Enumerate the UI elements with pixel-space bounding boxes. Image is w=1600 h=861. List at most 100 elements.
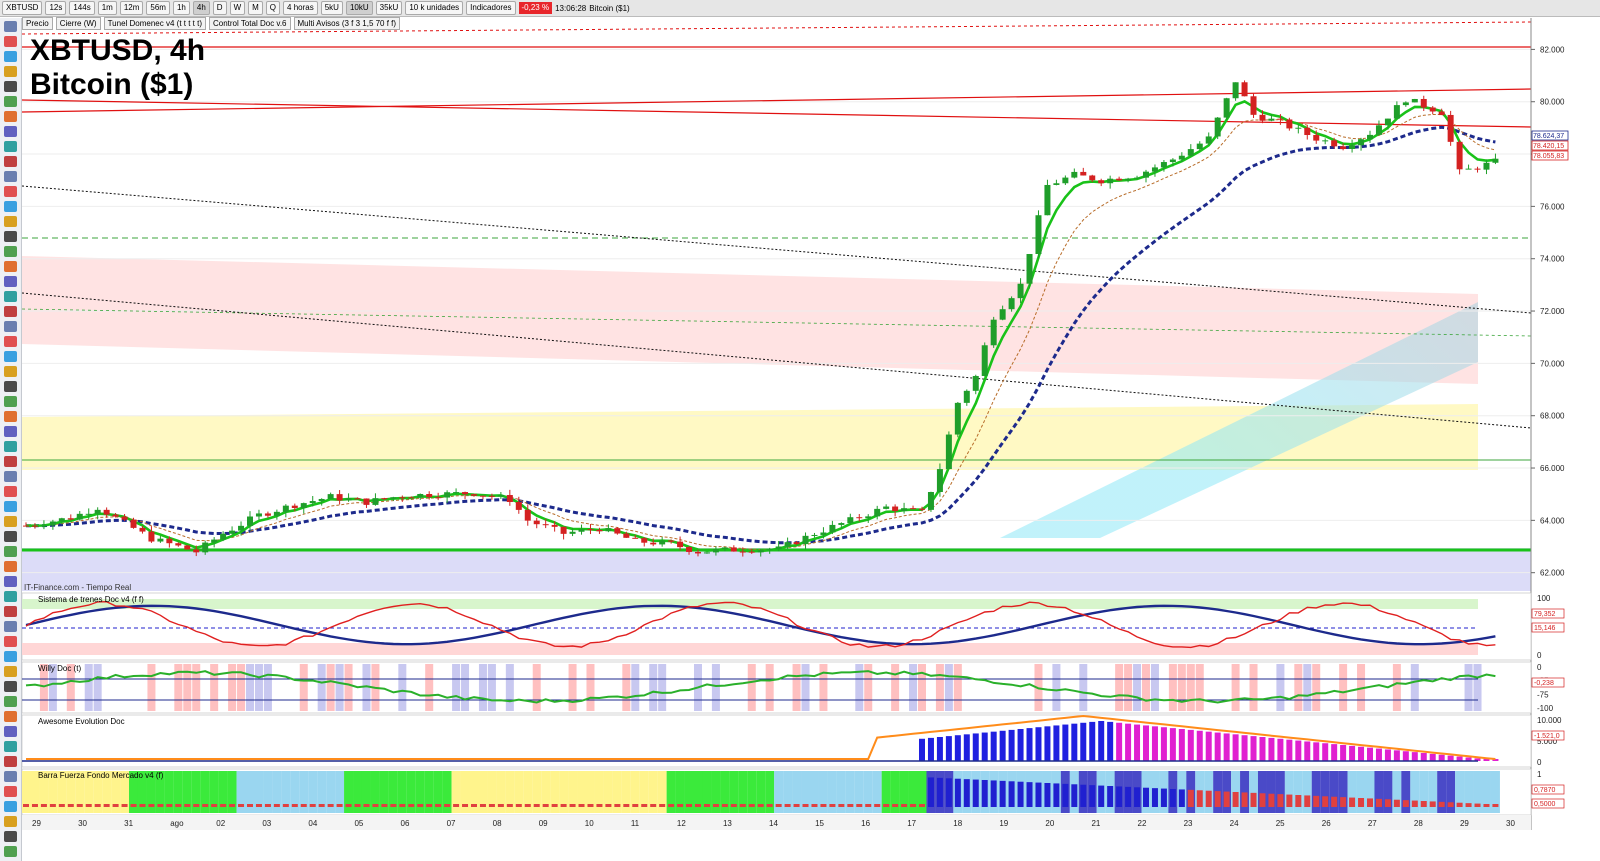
candle-body[interactable]: [417, 494, 424, 498]
tool-icon[interactable]: [4, 246, 17, 257]
candle-body[interactable]: [515, 502, 522, 510]
tool-icon[interactable]: [4, 636, 17, 647]
tool-icon[interactable]: [4, 771, 17, 782]
tool-icon[interactable]: [4, 111, 17, 122]
tab-multi-avisos[interactable]: Multi Avisos (3 f 3 1,5 70 f f): [293, 17, 401, 30]
candle-body[interactable]: [1483, 162, 1490, 170]
tf-12m[interactable]: 12m: [119, 1, 144, 15]
candle-body[interactable]: [560, 526, 567, 534]
candle-body[interactable]: [1125, 178, 1132, 181]
tool-icon[interactable]: [4, 201, 17, 212]
tool-icon[interactable]: [4, 21, 17, 32]
candle-body[interactable]: [587, 529, 594, 531]
tool-icon[interactable]: [4, 786, 17, 797]
candle-body[interactable]: [202, 542, 209, 553]
candle-body[interactable]: [255, 513, 262, 517]
candle-body[interactable]: [892, 506, 899, 512]
candle-body[interactable]: [488, 495, 495, 497]
symbol-selector[interactable]: XBTUSD: [2, 1, 43, 15]
tf-w[interactable]: W: [229, 1, 246, 15]
candle-body[interactable]: [76, 513, 83, 520]
tool-icon[interactable]: [4, 186, 17, 197]
candle-body[interactable]: [990, 319, 997, 346]
candle-body[interactable]: [829, 524, 836, 533]
tool-icon[interactable]: [4, 441, 17, 452]
tab-tunel[interactable]: Tunel Domenec v4 (t t t t t): [103, 17, 206, 30]
candle-body[interactable]: [121, 516, 128, 520]
tf-12s[interactable]: 12s: [45, 1, 67, 15]
candle-body[interactable]: [157, 538, 164, 542]
tool-icon[interactable]: [4, 291, 17, 302]
tool-icon[interactable]: [4, 801, 17, 812]
tool-icon[interactable]: [4, 156, 17, 167]
candle-body[interactable]: [1008, 298, 1015, 310]
tool-icon[interactable]: [4, 426, 17, 437]
candle-body[interactable]: [1304, 127, 1311, 136]
candle-body[interactable]: [435, 497, 442, 499]
candle-body[interactable]: [596, 529, 603, 532]
tool-icon[interactable]: [4, 126, 17, 137]
indicators-button[interactable]: Indicadores: [466, 1, 516, 15]
candle-body[interactable]: [766, 549, 773, 551]
candle-body[interactable]: [453, 492, 460, 494]
tf-d[interactable]: D: [212, 1, 227, 15]
candle-body[interactable]: [193, 549, 200, 553]
candle-body[interactable]: [291, 505, 298, 509]
candle-body[interactable]: [1358, 139, 1365, 146]
candle-body[interactable]: [1286, 119, 1293, 129]
candle-body[interactable]: [327, 494, 334, 499]
candle-body[interactable]: [569, 531, 576, 534]
candle-body[interactable]: [910, 508, 917, 510]
candle-body[interactable]: [40, 525, 47, 527]
candle-body[interactable]: [1295, 127, 1302, 129]
candle-body[interactable]: [614, 528, 621, 534]
candle-body[interactable]: [1232, 82, 1239, 99]
trading-chart[interactable]: 62.000 64.000 66.000 68.000 70.000 72.000 74.0…: [0, 0, 1600, 861]
candle-body[interactable]: [981, 345, 988, 376]
candle-body[interactable]: [175, 543, 182, 546]
candle-body[interactable]: [542, 524, 549, 526]
candle-body[interactable]: [1026, 253, 1033, 284]
tool-icon[interactable]: [4, 486, 17, 497]
candle-body[interactable]: [659, 540, 666, 545]
tool-icon[interactable]: [4, 621, 17, 632]
candle-body[interactable]: [211, 539, 218, 543]
candle-body[interactable]: [1214, 117, 1221, 137]
candle-body[interactable]: [1438, 111, 1445, 115]
candle-body[interactable]: [1375, 125, 1382, 135]
tool-icon[interactable]: [4, 606, 17, 617]
candle-body[interactable]: [479, 495, 486, 497]
tool-icon[interactable]: [4, 546, 17, 557]
candle-body[interactable]: [1259, 114, 1266, 121]
tool-icon[interactable]: [4, 276, 17, 287]
tool-icon[interactable]: [4, 96, 17, 107]
size-35ku[interactable]: 35kU: [375, 1, 403, 15]
candle-body[interactable]: [309, 501, 316, 504]
candle-body[interactable]: [703, 552, 710, 554]
candle-body[interactable]: [838, 523, 845, 525]
tool-icon[interactable]: [4, 351, 17, 362]
candle-body[interactable]: [623, 533, 630, 538]
candle-body[interactable]: [820, 532, 827, 535]
candle-body[interactable]: [1062, 177, 1069, 184]
tf-4h[interactable]: 4h: [192, 1, 210, 15]
tool-icon[interactable]: [4, 456, 17, 467]
candle-body[interactable]: [148, 531, 155, 542]
period-selector[interactable]: 4 horas: [283, 1, 318, 15]
candle-body[interactable]: [247, 516, 253, 526]
tool-icon[interactable]: [4, 846, 17, 857]
candle-body[interactable]: [1420, 98, 1427, 108]
candle-body[interactable]: [1035, 215, 1042, 254]
candle-body[interactable]: [23, 525, 29, 527]
tool-icon[interactable]: [4, 396, 17, 407]
candle-body[interactable]: [1116, 178, 1123, 181]
tool-icon[interactable]: [4, 306, 17, 317]
candle-body[interactable]: [49, 521, 56, 526]
candle-body[interactable]: [444, 492, 451, 498]
candle-body[interactable]: [927, 492, 934, 510]
tool-icon[interactable]: [4, 231, 17, 242]
candle-body[interactable]: [408, 497, 415, 499]
candle-body[interactable]: [264, 513, 271, 516]
tool-icon[interactable]: [4, 216, 17, 227]
candle-body[interactable]: [721, 547, 728, 550]
